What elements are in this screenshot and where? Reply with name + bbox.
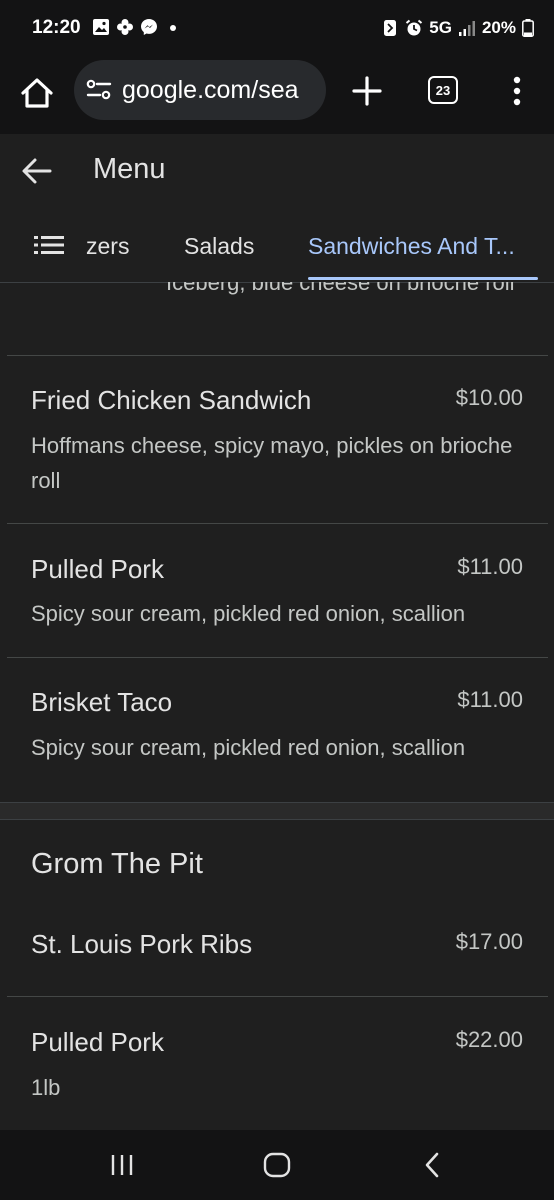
section-separator xyxy=(0,802,554,820)
divider xyxy=(7,523,548,524)
partial-item-description: Iceberg, blue cheese on brioche roll xyxy=(166,282,515,295)
item-price: $10.00 xyxy=(455,385,523,410)
system-nav-bar xyxy=(0,1130,554,1200)
dot-icon xyxy=(170,25,176,31)
status-bar: 12:20 5G 20% xyxy=(0,0,554,58)
item-description: Hoffmans cheese, spicy mayo, pickles on … xyxy=(31,433,513,493)
item-price: $11.00 xyxy=(457,554,523,579)
messenger-icon xyxy=(141,19,157,35)
section-title: Grom The Pit xyxy=(31,848,203,880)
url-text[interactable]: google.com/sea xyxy=(122,76,299,105)
item-name: Pulled Pork xyxy=(31,554,164,584)
item-description: 1lb xyxy=(31,1075,61,1100)
active-tab-indicator xyxy=(308,277,538,280)
home-icon[interactable] xyxy=(18,74,56,112)
new-tab-icon[interactable] xyxy=(350,74,384,108)
browser-toolbar: google.com/sea 23 xyxy=(0,58,554,135)
page-title: Menu xyxy=(93,153,166,185)
item-name: Fried Chicken Sandwich xyxy=(31,385,312,415)
back-arrow-icon[interactable] xyxy=(20,154,54,188)
tab-appetizers[interactable]: zers xyxy=(86,233,129,260)
item-price: $22.00 xyxy=(455,1027,523,1052)
signal-icon xyxy=(458,21,475,36)
list-icon[interactable] xyxy=(34,235,64,255)
battery-icon xyxy=(522,19,534,37)
item-name: St. Louis Pork Ribs xyxy=(31,929,253,959)
system-icons: 5G 20% xyxy=(381,18,534,38)
tab-salads[interactable]: Salads xyxy=(184,233,254,260)
item-name: Pulled Pork xyxy=(31,1027,164,1057)
screen: 12:20 5G 20% google.com/sea 23 Menu zers… xyxy=(0,0,554,1200)
battery-percent: 20% xyxy=(481,18,516,37)
home-nav-icon[interactable] xyxy=(262,1150,292,1180)
nfc-icon xyxy=(384,20,397,36)
pinwheel-icon xyxy=(117,19,133,35)
recent-apps-icon[interactable] xyxy=(107,1150,137,1180)
more-options-icon[interactable] xyxy=(504,74,530,108)
divider xyxy=(7,996,548,997)
item-description: Spicy sour cream, pickled red onion, sca… xyxy=(31,601,466,626)
item-price: $11.00 xyxy=(457,687,523,712)
category-tabs: zers Salads Sandwiches And T... xyxy=(0,208,554,283)
alarm-icon xyxy=(406,19,423,36)
menu-content[interactable]: Iceberg, blue cheese on brioche roll Fri… xyxy=(0,282,554,1130)
item-price: $17.00 xyxy=(455,929,523,954)
network-type: 5G xyxy=(429,18,452,37)
gallery-icon xyxy=(93,19,109,35)
tab-switcher-button[interactable]: 23 xyxy=(428,76,458,104)
address-bar[interactable]: google.com/sea xyxy=(74,60,326,120)
status-time: 12:20 xyxy=(32,17,81,38)
item-description: Spicy sour cream, pickled red onion, sca… xyxy=(31,735,466,760)
tab-sandwiches[interactable]: Sandwiches And T... xyxy=(308,233,515,260)
site-settings-icon[interactable] xyxy=(86,79,112,101)
back-nav-icon[interactable] xyxy=(418,1150,448,1180)
divider xyxy=(7,355,548,356)
divider xyxy=(7,657,548,658)
item-name: Brisket Taco xyxy=(31,687,173,717)
notification-icons xyxy=(92,18,182,36)
menu-header: Menu xyxy=(0,134,554,209)
